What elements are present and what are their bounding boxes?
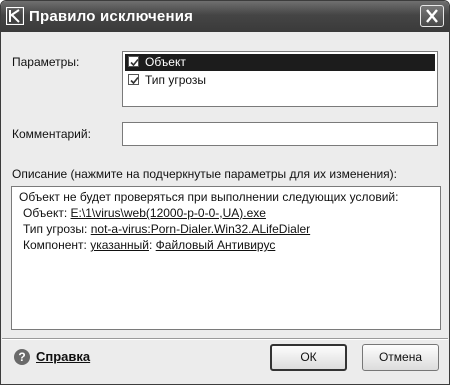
component-separator: :	[149, 238, 156, 252]
comment-label: Комментарий:	[12, 127, 91, 141]
param-item-object[interactable]: Объект	[125, 54, 435, 71]
help-link[interactable]: Справка	[36, 349, 90, 364]
close-button[interactable]	[420, 5, 444, 27]
component-label: Компонент:	[23, 238, 91, 252]
comment-input[interactable]	[122, 122, 438, 146]
footer-divider	[2, 338, 448, 340]
description-intro: Объект не будет проверяться при выполнен…	[19, 190, 399, 204]
param-item-label: Объект	[145, 55, 186, 69]
component-value-link[interactable]: Файловый Антивирус	[156, 238, 276, 252]
cancel-button[interactable]: Отмена	[362, 344, 439, 371]
description-box: Объект не будет проверяться при выполнен…	[11, 186, 441, 330]
object-path-link[interactable]: E:\1\virus\web(12000-p-0-0-,UA).exe	[71, 206, 266, 220]
checkmark-icon	[130, 76, 139, 85]
param-item-label: Тип угрозы	[145, 73, 207, 87]
exclusion-rule-dialog: Правило исключения Параметры: Объект Тип…	[0, 0, 450, 385]
param-item-threat-type[interactable]: Тип угрозы	[125, 72, 435, 89]
app-logo-icon	[6, 7, 24, 25]
close-icon	[426, 9, 438, 23]
params-listbox[interactable]: Объект Тип угрозы	[122, 51, 438, 107]
help-icon[interactable]: ?	[14, 349, 30, 365]
description-component-line: Компонент: указанный: Файловый Антивирус	[19, 237, 440, 253]
description-label: Описание (нажмите на подчеркнутые параме…	[12, 167, 397, 181]
threat-label: Тип угрозы:	[23, 222, 91, 236]
threat-type-link[interactable]: not-a-virus:Porn-Dialer.Win32.ALifeDiale…	[91, 222, 310, 236]
component-mode-link[interactable]: указанный	[90, 238, 149, 252]
param-object-checkbox[interactable]	[128, 56, 139, 67]
description-object-line: Объект: E:\1\virus\web(12000-p-0-0-,UA).…	[19, 205, 440, 221]
ok-button[interactable]: ОК	[270, 344, 347, 371]
object-label: Объект:	[23, 206, 71, 220]
dialog-title: Правило исключения	[29, 8, 194, 25]
checkmark-icon	[130, 58, 139, 67]
params-label: Параметры:	[12, 55, 80, 69]
description-threat-line: Тип угрозы: not-a-virus:Porn-Dialer.Win3…	[19, 221, 440, 237]
param-threat-type-checkbox[interactable]	[128, 74, 139, 85]
title-bar: Правило исключения	[1, 1, 449, 32]
